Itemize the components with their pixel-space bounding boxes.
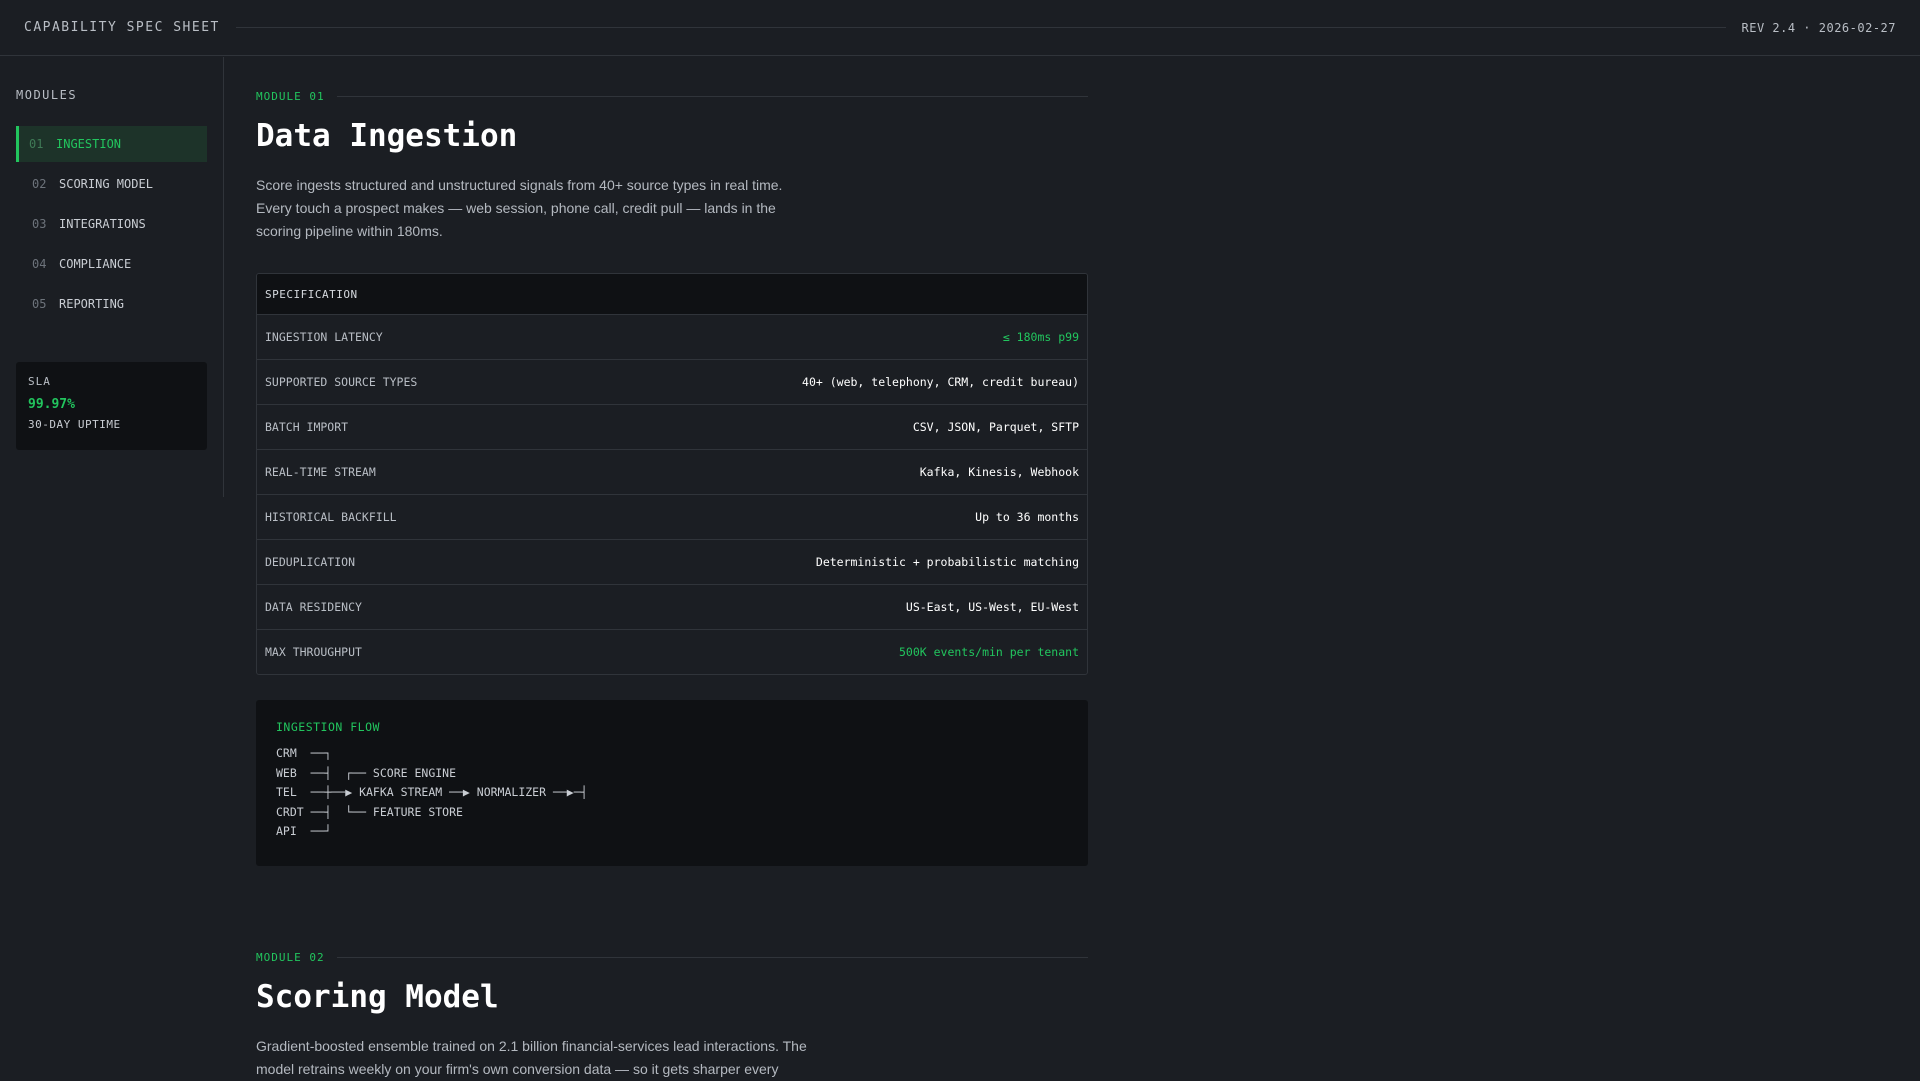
sidebar-item-number: 05	[32, 297, 47, 311]
sidebar-item-reporting[interactable]: 05 REPORTING	[16, 286, 207, 322]
revision-label: REV 2.4 · 2026-02-27	[1741, 20, 1896, 35]
sla-value: 99.97%	[28, 397, 75, 412]
sidebar-item-scoring-model[interactable]: 02 SCORING MODEL	[16, 166, 207, 202]
module-tag: MODULE 02	[256, 950, 325, 964]
spec-value: Deterministic + probabilistic matching	[815, 555, 1079, 569]
top-bar: CAPABILITY SPEC SHEET REV 2.4 · 2026-02-…	[0, 0, 1920, 56]
module-nav: 01 INGESTION 02 SCORING MODEL 03 INTEGRATIONS…	[16, 126, 207, 322]
spec-key: DATA RESIDENCY	[265, 600, 362, 614]
header-divider	[235, 27, 1726, 28]
sidebar-item-integrations[interactable]: 03 INTEGRATIONS	[16, 206, 207, 242]
module-header: MODULE 02	[256, 947, 1088, 967]
module-header: MODULE 01	[256, 86, 1088, 106]
spec-row: REAL-TIME STREAM Kafka, Kinesis, Webhook	[257, 449, 1087, 494]
spec-value: 500K events/min per tenant	[898, 645, 1079, 659]
module-tag: MODULE 01	[256, 89, 325, 103]
spec-key: HISTORICAL BACKFILL	[265, 510, 397, 524]
sla-subtitle: 30-DAY UPTIME	[28, 418, 121, 431]
page-title: CAPABILITY SPEC SHEET	[24, 20, 220, 35]
spec-row: SUPPORTED SOURCE TYPES 40+ (web, telephon…	[257, 359, 1087, 404]
spec-value: ≤ 180ms p99	[1002, 330, 1079, 344]
spec-row: DEDUPLICATION Deterministic + probabilist…	[257, 539, 1087, 584]
spec-value: US-East, US-West, EU-West	[905, 600, 1079, 614]
module-scoring-model: MODULE 02 Scoring Model Gradient-boosted…	[256, 947, 1088, 1081]
spec-value: Kafka, Kinesis, Webhook	[919, 465, 1079, 479]
module-description: Gradient-boosted ensemble trained on 2.1…	[256, 1038, 807, 1077]
sla-label: SLA	[28, 375, 51, 388]
spec-key: INGESTION LATENCY	[265, 330, 383, 344]
sidebar-item-number: 04	[32, 257, 47, 271]
flow-title: INGESTION FLOW	[276, 720, 380, 734]
sidebar-item-compliance[interactable]: 04 COMPLIANCE	[16, 246, 207, 282]
sla-card: SLA 99.97% 30-DAY UPTIME	[16, 362, 207, 450]
sidebar-heading: MODULES	[16, 88, 78, 102]
sidebar-item-number: 02	[32, 177, 47, 191]
spec-row: BATCH IMPORT CSV, JSON, Parquet, SFTP	[257, 404, 1087, 449]
spec-row: INGESTION LATENCY ≤ 180ms p99	[257, 314, 1087, 359]
spec-table-header: SPECIFICATION	[257, 274, 1087, 314]
spec-row: MAX THROUGHPUT 500K events/min per tenant	[257, 629, 1087, 674]
sidebar-item-number: 03	[32, 217, 47, 231]
main-content: MODULE 01 Data Ingestion Score ingests s…	[256, 57, 1088, 1081]
spec-key: REAL-TIME STREAM	[265, 465, 376, 479]
spec-value: Up to 36 months	[975, 510, 1079, 524]
sidebar-item-label: INTEGRATIONS	[59, 217, 146, 231]
spec-key: BATCH IMPORT	[265, 420, 349, 434]
module-title: Data Ingestion	[256, 118, 518, 154]
module-description: Score ingests structured and unstructure…	[256, 177, 783, 239]
module-ingestion: MODULE 01 Data Ingestion Score ingests s…	[256, 86, 1088, 866]
spec-row: HISTORICAL BACKFILL Up to 36 months	[257, 494, 1087, 539]
sidebar-item-label: INGESTION	[56, 137, 122, 151]
spec-table: SPECIFICATION INGESTION LATENCY ≤ 180ms p…	[256, 273, 1088, 675]
ingestion-flow-panel: INGESTION FLOW CRM ──┐ WEB ──┤ ┌── SCORE…	[256, 700, 1088, 866]
module-title: Scoring Model	[256, 979, 499, 1015]
spec-key: DEDUPLICATION	[265, 555, 356, 569]
spec-key: MAX THROUGHPUT	[265, 645, 362, 659]
flow-diagram: CRM ──┐ WEB ──┤ ┌── SCORE ENGINE TEL ──┼…	[276, 746, 588, 838]
sidebar-item-label: REPORTING	[59, 297, 125, 311]
spec-value: 40+ (web, telephony, CRM, credit bureau)	[802, 375, 1079, 389]
sidebar-item-label: SCORING MODEL	[59, 177, 153, 191]
spec-key: SUPPORTED SOURCE TYPES	[265, 375, 418, 389]
spec-rows: INGESTION LATENCY ≤ 180ms p99 SUPPORTED SO…	[257, 314, 1087, 674]
spec-value: CSV, JSON, Parquet, SFTP	[912, 420, 1079, 434]
sidebar-item-number: 01	[29, 137, 44, 151]
sidebar-item-label: COMPLIANCE	[59, 257, 132, 271]
module-divider	[336, 95, 1088, 97]
sidebar-item-ingestion[interactable]: 01 INGESTION	[16, 126, 207, 162]
sidebar: MODULES 01 INGESTION 02 SCORING MODEL 03 INTE…	[0, 57, 224, 497]
spec-row: DATA RESIDENCY US-East, US-West, EU-West	[257, 584, 1087, 629]
module-divider	[336, 956, 1088, 958]
